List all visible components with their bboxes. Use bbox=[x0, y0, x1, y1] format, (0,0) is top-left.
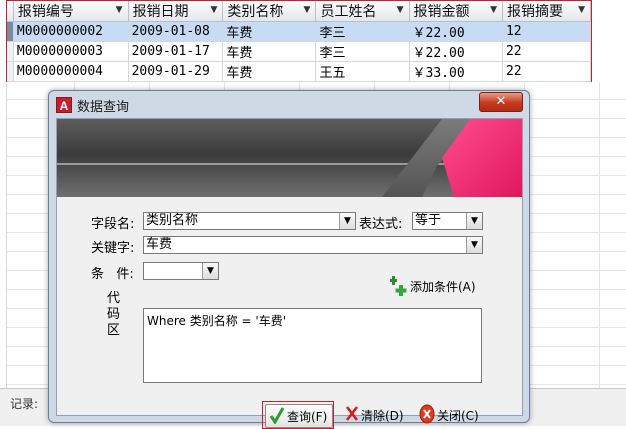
record-navigation-label: 记录: bbox=[10, 397, 39, 411]
column-header-date[interactable]: 报销日期 ▼ bbox=[128, 1, 224, 22]
column-header-employee[interactable]: 员工姓名 ▼ bbox=[315, 1, 410, 22]
cell-date[interactable]: 2009-01-17 bbox=[128, 41, 224, 62]
code-textarea[interactable]: Where 类别名称 = '车费' bbox=[143, 308, 482, 383]
dropdown-arrow-icon[interactable]: ▼ bbox=[466, 213, 482, 229]
table-row[interactable]: M0000000002 2009-01-08 车费 李三 ￥22.00 12 bbox=[7, 21, 592, 42]
query-button-face[interactable]: 查询(F) bbox=[265, 404, 333, 428]
close-circle-icon bbox=[419, 404, 435, 424]
dropdown-arrow-icon[interactable]: ▼ bbox=[466, 237, 482, 253]
table-row[interactable]: M0000000004 2009-01-29 车费 王五 ￥33.00 22 bbox=[7, 61, 592, 82]
cell-category[interactable]: 车费 bbox=[222, 21, 317, 42]
field-name-value: 类别名称 bbox=[146, 213, 199, 228]
table-row[interactable]: M0000000003 2009-01-17 车费 李三 ￥22.00 22 bbox=[7, 41, 592, 62]
column-header-id[interactable]: 报销编号 ▼ bbox=[13, 1, 129, 22]
column-header-label: 类别名称 bbox=[227, 4, 284, 20]
row-selector-strip bbox=[0, 82, 7, 392]
column-header-label: 报销编号 bbox=[17, 4, 74, 20]
keyword-select[interactable]: 车费 ▼ bbox=[143, 236, 483, 254]
field-name-label: 字段名: bbox=[91, 217, 135, 232]
close-dialog-button[interactable]: 关闭(C) bbox=[419, 403, 483, 427]
cell-amount[interactable]: ￥22.00 bbox=[409, 41, 503, 62]
close-dialog-label: 关闭(C) bbox=[437, 409, 479, 423]
cell-employee[interactable]: 李三 bbox=[315, 41, 410, 62]
column-header-label: 员工姓名 bbox=[320, 4, 377, 20]
sort-arrow-icon[interactable]: ▼ bbox=[490, 5, 497, 15]
header-banner bbox=[57, 119, 522, 197]
cell-amount[interactable]: ￥33.00 bbox=[409, 61, 503, 82]
cell-summary[interactable]: 22 bbox=[502, 41, 592, 62]
cell-employee[interactable]: 王五 bbox=[315, 61, 410, 82]
cell-summary[interactable]: 12 bbox=[502, 21, 592, 42]
data-table: 报销编号 ▼ 报销日期 ▼ 类别名称 ▼ 员工姓名 ▼ 报销金额 ▼ 报销摘要 ▼ M000… bbox=[7, 1, 592, 82]
sort-arrow-icon[interactable]: ▼ bbox=[210, 5, 217, 15]
close-icon: ✕ bbox=[495, 94, 507, 109]
add-condition-label: 添加条件(A) bbox=[410, 280, 476, 294]
add-condition-icon bbox=[390, 276, 407, 296]
expression-label: 表达式: bbox=[359, 217, 403, 232]
condition-label: 条 件: bbox=[91, 267, 134, 282]
sort-arrow-icon[interactable]: ▼ bbox=[397, 5, 404, 15]
sort-arrow-icon[interactable]: ▼ bbox=[116, 5, 123, 15]
dialog-title: 数据查询 bbox=[77, 100, 130, 115]
code-area-label: 代 码 区 bbox=[107, 291, 121, 338]
sort-arrow-icon[interactable]: ▼ bbox=[304, 5, 311, 15]
sort-arrow-icon[interactable]: ▼ bbox=[578, 5, 585, 15]
column-header-label: 报销金额 bbox=[413, 4, 470, 20]
keyword-value: 车费 bbox=[146, 237, 173, 252]
cell-category[interactable]: 车费 bbox=[222, 41, 317, 62]
column-header-summary[interactable]: 报销摘要 ▼ bbox=[502, 1, 592, 22]
expression-select[interactable]: 等于 ▼ bbox=[412, 212, 483, 230]
clear-button-label: 清除(D) bbox=[361, 409, 404, 423]
cell-id[interactable]: M0000000004 bbox=[13, 61, 129, 82]
query-button-label: 查询(F) bbox=[287, 410, 328, 424]
keyword-label: 关键字: bbox=[91, 241, 135, 256]
data-grid: 报销编号 ▼ 报销日期 ▼ 类别名称 ▼ 员工姓名 ▼ 报销金额 ▼ 报销摘要 ▼ M000… bbox=[6, 0, 592, 82]
condition-select[interactable]: ▼ bbox=[143, 262, 219, 280]
app-icon: A bbox=[56, 97, 72, 113]
cell-id[interactable]: M0000000003 bbox=[13, 41, 129, 62]
dropdown-arrow-icon[interactable]: ▼ bbox=[202, 263, 218, 279]
dialog-titlebar[interactable]: A 数据查询 ✕ bbox=[49, 91, 529, 117]
column-header-label: 报销日期 bbox=[132, 4, 189, 20]
cell-amount[interactable]: ￥22.00 bbox=[409, 21, 503, 42]
cell-date[interactable]: 2009-01-08 bbox=[128, 21, 224, 42]
cell-summary[interactable]: 22 bbox=[502, 61, 592, 82]
cell-employee[interactable]: 李三 bbox=[315, 21, 410, 42]
dropdown-arrow-icon[interactable]: ▼ bbox=[339, 213, 355, 229]
window-close-button[interactable]: ✕ bbox=[479, 92, 523, 112]
clear-x-icon bbox=[345, 406, 359, 421]
column-header-category[interactable]: 类别名称 ▼ bbox=[222, 1, 317, 22]
table-header-row: 报销编号 ▼ 报销日期 ▼ 类别名称 ▼ 员工姓名 ▼ 报销金额 ▼ 报销摘要 ▼ bbox=[7, 1, 592, 22]
cell-id[interactable]: M0000000002 bbox=[13, 21, 129, 42]
cell-category[interactable]: 车费 bbox=[222, 61, 317, 82]
field-name-select[interactable]: 类别名称 ▼ bbox=[143, 212, 356, 230]
expression-value: 等于 bbox=[415, 213, 442, 228]
column-header-label: 报销摘要 bbox=[506, 4, 563, 20]
query-dialog: A 数据查询 ✕ 字段名: 类别名称 ▼ 表达式: 等于 ▼ 关键字: 车费 ▼… bbox=[48, 90, 530, 429]
check-icon bbox=[270, 407, 284, 424]
dialog-body: 字段名: 类别名称 ▼ 表达式: 等于 ▼ 关键字: 车费 ▼ 条 件: ▼ 添… bbox=[56, 118, 523, 429]
column-header-amount[interactable]: 报销金额 ▼ bbox=[409, 1, 503, 22]
cell-date[interactable]: 2009-01-29 bbox=[128, 61, 224, 82]
add-condition-button[interactable]: 添加条件(A) bbox=[390, 276, 490, 296]
clear-button[interactable]: 清除(D) bbox=[345, 403, 409, 427]
